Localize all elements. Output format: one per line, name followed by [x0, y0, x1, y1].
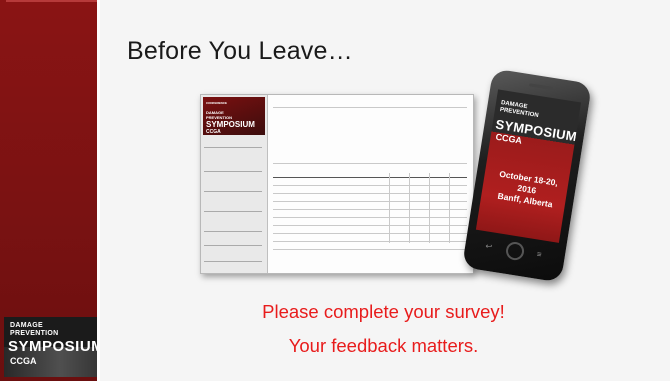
band-rule	[6, 0, 97, 2]
survey-logo: CONFERENCE DAMAGE PREVENTION SYMPOSIUM C…	[203, 97, 265, 135]
symposium-logo: DAMAGE PREVENTION SYMPOSIUM CCGA	[4, 317, 97, 377]
back-icon: ↩	[484, 241, 493, 252]
cta-line-2: Your feedback matters.	[288, 335, 479, 356]
logo-line4: CCGA	[10, 356, 37, 366]
survey-form-image: CONFERENCE DAMAGE PREVENTION SYMPOSIUM C…	[200, 94, 474, 274]
phone-screen: DAMAGE PREVENTION SYMPOSIUM CCGA October …	[475, 89, 582, 243]
slide: Before You Leave… CONFERENCE DAMAGE PREV…	[0, 0, 670, 381]
home-button-icon	[504, 240, 526, 262]
logo-line1: DAMAGE	[10, 322, 43, 329]
logo-line3: SYMPOSIUM	[8, 338, 97, 355]
menu-icon: ≡	[536, 249, 543, 260]
phone-earpiece	[528, 83, 554, 90]
survey-sidebar: CONFERENCE DAMAGE PREVENTION SYMPOSIUM C…	[201, 95, 268, 273]
slide-title: Before You Leave…	[127, 37, 353, 65]
logo-line2: PREVENTION	[10, 330, 59, 337]
cta-line-1: Please complete your survey!	[262, 301, 505, 322]
